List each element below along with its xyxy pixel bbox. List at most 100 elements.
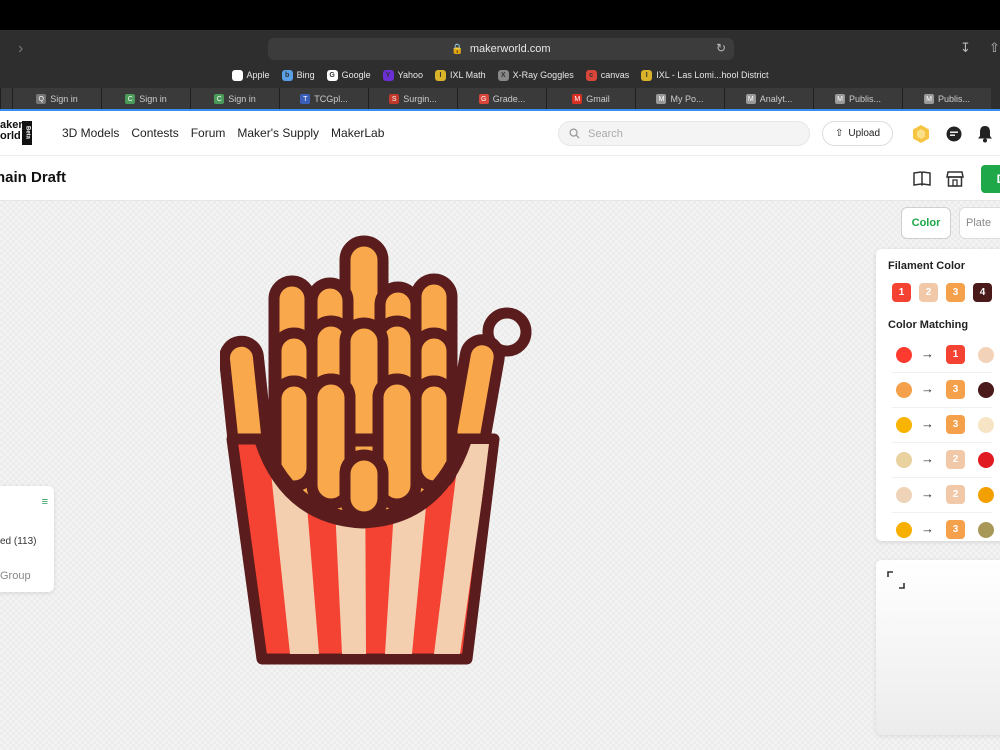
browser-tab[interactable]: C Sign in bbox=[190, 88, 279, 110]
search-input[interactable] bbox=[588, 127, 788, 140]
source-color-dot bbox=[896, 452, 912, 468]
notifications-bell-icon[interactable] bbox=[974, 123, 996, 145]
source-color-dot bbox=[978, 417, 994, 433]
download-icon[interactable]: ↧ bbox=[960, 40, 971, 56]
favorites-bar: Apple b Bing G Google Y Yahoo I IXL Math X X-Ray G… bbox=[0, 66, 1000, 84]
browser-tab[interactable]: M My Po... bbox=[635, 88, 724, 110]
tab-favicon: C bbox=[214, 94, 225, 104]
target-filament-button[interactable]: 2 bbox=[946, 450, 965, 469]
browser-tab[interactable]: M Publis... bbox=[813, 88, 902, 110]
browser-tab[interactable]: S Surgin... bbox=[368, 88, 457, 110]
group-label[interactable]: Group bbox=[0, 570, 31, 582]
favorite-label: X-Ray Goggles bbox=[512, 70, 574, 80]
favorite-link[interactable]: I IXL - Las Lomi...hool District bbox=[641, 69, 769, 81]
nav-link[interactable]: Forum bbox=[191, 126, 226, 140]
browser-tab[interactable]: M Publis... bbox=[902, 88, 991, 110]
browser-tab[interactable]: T TCGpl... bbox=[279, 88, 368, 110]
target-filament-button[interactable]: 3 bbox=[946, 380, 965, 399]
book-icon[interactable] bbox=[912, 169, 932, 189]
nav-link[interactable]: 3D Models bbox=[62, 126, 119, 140]
fries-model-preview[interactable] bbox=[220, 231, 540, 671]
source-color-dot bbox=[896, 487, 912, 503]
row-divider bbox=[892, 512, 992, 513]
messages-icon[interactable] bbox=[943, 123, 965, 145]
reload-icon[interactable]: ↻ bbox=[716, 41, 726, 55]
favorite-link[interactable]: I IXL Math bbox=[434, 69, 486, 81]
source-color-dot bbox=[896, 417, 912, 433]
upload-label: Upload bbox=[848, 128, 881, 139]
tab-favicon: M bbox=[656, 94, 667, 104]
tab-label: Gmail bbox=[586, 94, 610, 104]
favorite-label: IXL - Las Lomi...hool District bbox=[656, 70, 769, 80]
row-divider bbox=[892, 372, 992, 373]
expand-icon[interactable] bbox=[886, 570, 906, 590]
tab-plate[interactable]: Plate bbox=[959, 207, 1000, 239]
filament-swatch[interactable]: 3 bbox=[946, 283, 965, 302]
row-divider bbox=[892, 477, 992, 478]
favorite-link[interactable]: Y Yahoo bbox=[382, 69, 423, 81]
favorite-link[interactable]: G Google bbox=[326, 69, 371, 81]
forward-arrow-icon[interactable]: › bbox=[18, 40, 23, 58]
tab-favicon: M bbox=[745, 94, 756, 104]
tab-label: Sign in bbox=[139, 94, 167, 104]
favorite-link[interactable]: c canvas bbox=[585, 69, 630, 81]
object-count-label[interactable]: ed (113) bbox=[0, 536, 37, 547]
favorite-link[interactable]: X X-Ray Goggles bbox=[497, 69, 574, 81]
target-filament-button[interactable]: 1 bbox=[946, 345, 965, 364]
tab-partial[interactable] bbox=[0, 88, 12, 110]
nav-link[interactable]: Contests bbox=[131, 126, 178, 140]
tab-favicon: S bbox=[389, 94, 400, 104]
source-color-dot bbox=[896, 382, 912, 398]
makerworld-logo[interactable]: aker orld Beta bbox=[0, 120, 34, 146]
share-icon[interactable]: ⇧ bbox=[989, 40, 1000, 56]
favorite-link[interactable]: Apple bbox=[231, 69, 270, 81]
tab-favicon: M bbox=[923, 94, 934, 104]
favorite-icon: b bbox=[281, 69, 293, 81]
arrow-right-icon: → bbox=[921, 521, 934, 536]
source-color-dot bbox=[896, 522, 912, 538]
browser-tab[interactable]: C Sign in bbox=[101, 88, 190, 110]
download-button[interactable]: D bbox=[981, 165, 1000, 193]
object-list-panel: ≡ ed (113) Group bbox=[0, 486, 54, 592]
favorite-icon: X bbox=[497, 69, 509, 81]
tab-label: Analyt... bbox=[759, 94, 793, 104]
filament-swatch[interactable]: 4 bbox=[973, 283, 992, 302]
nav-link[interactable]: Maker's Supply bbox=[237, 126, 319, 140]
target-filament-button[interactable]: 3 bbox=[946, 415, 965, 434]
favorite-label: IXL Math bbox=[449, 70, 486, 80]
upload-button[interactable]: ⇧ Upload bbox=[822, 121, 893, 146]
tab-color[interactable]: Color bbox=[901, 207, 951, 239]
tab-label: Sign in bbox=[50, 94, 78, 104]
points-badge-icon[interactable] bbox=[910, 123, 932, 145]
browser-tab[interactable]: M Analyt... bbox=[724, 88, 813, 110]
target-filament-button[interactable]: 3 bbox=[946, 520, 965, 539]
arrow-right-icon: → bbox=[921, 346, 934, 361]
filament-color-title: Filament Color bbox=[888, 260, 966, 272]
store-icon[interactable] bbox=[945, 169, 965, 189]
tab-favicon: T bbox=[300, 94, 311, 104]
target-filament-button[interactable]: 2 bbox=[946, 485, 965, 504]
arrow-right-icon: → bbox=[921, 381, 934, 396]
site-header: aker orld Beta 3D Models Contests Forum Mak… bbox=[0, 111, 1000, 156]
view-tabs: Color Plate bbox=[901, 207, 1000, 239]
collapse-list-icon[interactable]: ≡ bbox=[42, 496, 48, 508]
source-color-dot bbox=[978, 452, 994, 468]
browser-tab[interactable]: Q Sign in bbox=[12, 88, 101, 110]
filament-swatch[interactable]: 2 bbox=[919, 283, 938, 302]
tab-favicon: M bbox=[572, 94, 583, 104]
nav-link[interactable]: MakerLab bbox=[331, 126, 384, 140]
browser-tab[interactable]: G Grade... bbox=[457, 88, 546, 110]
tab-favicon: G bbox=[478, 94, 489, 104]
row-divider bbox=[892, 442, 992, 443]
upload-icon: ⇧ bbox=[834, 128, 844, 139]
address-bar[interactable]: 🔒 makerworld.com ↻ bbox=[268, 38, 734, 60]
favorite-icon: I bbox=[434, 69, 446, 81]
color-matching-title: Color Matching bbox=[888, 319, 969, 331]
filament-swatch[interactable]: 1 bbox=[892, 283, 911, 302]
browser-tab[interactable]: M Gmail bbox=[546, 88, 635, 110]
favorite-link[interactable]: b Bing bbox=[281, 69, 315, 81]
search-box[interactable] bbox=[558, 121, 810, 146]
favorite-label: canvas bbox=[600, 70, 630, 80]
page-title: hain Draft bbox=[0, 169, 67, 186]
favorite-icon: c bbox=[585, 69, 597, 81]
